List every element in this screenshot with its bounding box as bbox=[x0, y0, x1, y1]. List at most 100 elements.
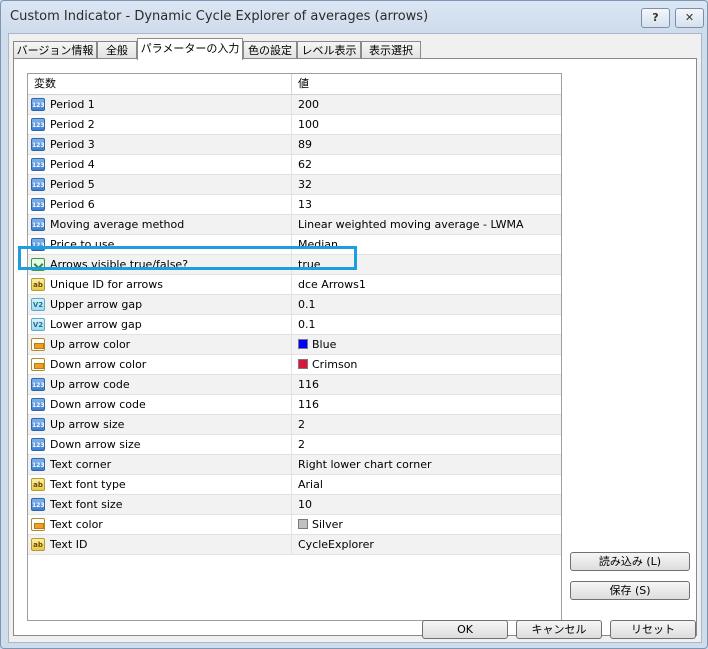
parameter-row[interactable]: 123 Period 1 200 bbox=[28, 95, 561, 115]
parameter-name-cell[interactable]: Text color bbox=[28, 515, 292, 534]
parameter-row[interactable]: Arrows visible true/false? true bbox=[28, 255, 561, 275]
double-icon: V2 bbox=[31, 318, 45, 331]
parameter-name-cell[interactable]: Down arrow color bbox=[28, 355, 292, 374]
parameter-row[interactable]: 123 Moving average method Linear weighted … bbox=[28, 215, 561, 235]
tab-general[interactable]: 全般 bbox=[97, 41, 137, 59]
parameter-name-cell[interactable]: Up arrow color bbox=[28, 335, 292, 354]
parameter-name: Text ID bbox=[50, 538, 88, 551]
parameter-value-cell[interactable]: 100 bbox=[293, 115, 561, 134]
parameter-value: 100 bbox=[298, 118, 319, 131]
parameter-row[interactable]: 123 Period 3 89 bbox=[28, 135, 561, 155]
parameter-row[interactable]: Up arrow color Blue bbox=[28, 335, 561, 355]
parameter-name-cell[interactable]: 123 Period 1 bbox=[28, 95, 292, 114]
parameter-value-cell[interactable]: Silver bbox=[293, 515, 561, 534]
parameter-value-cell[interactable]: 200 bbox=[293, 95, 561, 114]
color-icon bbox=[31, 358, 45, 371]
parameter-value-cell[interactable]: 32 bbox=[293, 175, 561, 194]
parameter-row[interactable]: Text color Silver bbox=[28, 515, 561, 535]
parameter-value-cell[interactable]: 116 bbox=[293, 395, 561, 414]
parameter-row[interactable]: V2 Lower arrow gap 0.1 bbox=[28, 315, 561, 335]
parameter-row[interactable]: 123 Down arrow size 2 bbox=[28, 435, 561, 455]
parameter-value-cell[interactable]: Crimson bbox=[293, 355, 561, 374]
parameter-value: 89 bbox=[298, 138, 312, 151]
parameter-value-cell[interactable]: Median bbox=[293, 235, 561, 254]
save-button[interactable]: 保存 (S) bbox=[570, 581, 690, 600]
parameter-row[interactable]: V2 Upper arrow gap 0.1 bbox=[28, 295, 561, 315]
color-icon bbox=[31, 338, 45, 351]
parameter-row[interactable]: Down arrow color Crimson bbox=[28, 355, 561, 375]
parameter-row[interactable]: 123 Period 6 13 bbox=[28, 195, 561, 215]
reset-button[interactable]: リセット bbox=[610, 620, 696, 639]
parameter-name-cell[interactable]: 123 Text corner bbox=[28, 455, 292, 474]
parameter-name-cell[interactable]: 123 Down arrow code bbox=[28, 395, 292, 414]
parameter-row[interactable]: ab Text ID CycleExplorer bbox=[28, 535, 561, 555]
parameter-value-cell[interactable]: 10 bbox=[293, 495, 561, 514]
parameter-name-cell[interactable]: 123 Period 6 bbox=[28, 195, 292, 214]
parameter-name-cell[interactable]: 123 Up arrow size bbox=[28, 415, 292, 434]
tab-version-info[interactable]: バージョン情報 bbox=[13, 41, 97, 59]
parameter-value-cell[interactable]: 2 bbox=[293, 415, 561, 434]
cancel-button[interactable]: キャンセル bbox=[516, 620, 602, 639]
column-header-variable[interactable]: 変数 bbox=[28, 74, 292, 94]
parameter-row[interactable]: 123 Up arrow size 2 bbox=[28, 415, 561, 435]
parameter-name-cell[interactable]: 123 Price to use bbox=[28, 235, 292, 254]
parameter-value-cell[interactable]: 2 bbox=[293, 435, 561, 454]
parameter-name-cell[interactable]: 123 Down arrow size bbox=[28, 435, 292, 454]
parameter-value-cell[interactable]: 116 bbox=[293, 375, 561, 394]
parameter-name-cell[interactable]: 123 Period 5 bbox=[28, 175, 292, 194]
parameter-value-cell[interactable]: 62 bbox=[293, 155, 561, 174]
color-icon bbox=[31, 518, 45, 531]
parameter-value: 10 bbox=[298, 498, 312, 511]
ok-button[interactable]: OK bbox=[422, 620, 508, 639]
parameter-row[interactable]: 123 Up arrow code 116 bbox=[28, 375, 561, 395]
parameter-value: 116 bbox=[298, 378, 319, 391]
parameter-row[interactable]: 123 Text corner Right lower chart corner bbox=[28, 455, 561, 475]
parameter-row[interactable]: 123 Down arrow code 116 bbox=[28, 395, 561, 415]
parameter-value-cell[interactable]: Arial bbox=[293, 475, 561, 494]
dialog-window: Custom Indicator - Dynamic Cycle Explore… bbox=[0, 0, 708, 649]
parameter-row[interactable]: ab Text font type Arial bbox=[28, 475, 561, 495]
parameter-row[interactable]: 123 Period 4 62 bbox=[28, 155, 561, 175]
parameter-row[interactable]: 123 Text font size 10 bbox=[28, 495, 561, 515]
title-bar[interactable]: Custom Indicator - Dynamic Cycle Explore… bbox=[1, 1, 707, 33]
parameter-value-cell[interactable]: 0.1 bbox=[293, 295, 561, 314]
tab-levels[interactable]: レベル表示 bbox=[297, 41, 361, 59]
parameter-name-cell[interactable]: Arrows visible true/false? bbox=[28, 255, 292, 274]
parameter-name-cell[interactable]: 123 Moving average method bbox=[28, 215, 292, 234]
parameter-value-cell[interactable]: Blue bbox=[293, 335, 561, 354]
close-button[interactable]: ✕ bbox=[675, 8, 704, 28]
parameter-row[interactable]: 123 Price to use Median bbox=[28, 235, 561, 255]
parameter-value-cell[interactable]: 89 bbox=[293, 135, 561, 154]
parameter-name-cell[interactable]: 123 Period 2 bbox=[28, 115, 292, 134]
load-button[interactable]: 読み込み (L) bbox=[570, 552, 690, 571]
help-button[interactable]: ? bbox=[641, 8, 670, 28]
parameter-name-cell[interactable]: ab Text font type bbox=[28, 475, 292, 494]
parameter-name-cell[interactable]: 123 Up arrow code bbox=[28, 375, 292, 394]
parameter-name-cell[interactable]: ab Text ID bbox=[28, 535, 292, 554]
parameter-name-cell[interactable]: V2 Upper arrow gap bbox=[28, 295, 292, 314]
column-header-value[interactable]: 値 bbox=[293, 74, 561, 94]
parameter-name-cell[interactable]: 123 Period 4 bbox=[28, 155, 292, 174]
parameter-name-cell[interactable]: 123 Text font size bbox=[28, 495, 292, 514]
parameter-name-cell[interactable]: 123 Period 3 bbox=[28, 135, 292, 154]
parameter-value-cell[interactable]: true bbox=[293, 255, 561, 274]
color-swatch bbox=[298, 339, 308, 349]
parameter-value-cell[interactable]: dce Arrows1 bbox=[293, 275, 561, 294]
tab-parameters[interactable]: パラメーターの入力 bbox=[137, 38, 243, 60]
parameter-value-cell[interactable]: 13 bbox=[293, 195, 561, 214]
parameter-value: Median bbox=[298, 238, 339, 251]
tab-visualization[interactable]: 表示選択 bbox=[361, 41, 421, 59]
integer-icon: 123 bbox=[31, 238, 45, 251]
parameter-value-cell[interactable]: Right lower chart corner bbox=[293, 455, 561, 474]
parameter-name-cell[interactable]: V2 Lower arrow gap bbox=[28, 315, 292, 334]
parameter-value-cell[interactable]: CycleExplorer bbox=[293, 535, 561, 554]
parameter-name-cell[interactable]: ab Unique ID for arrows bbox=[28, 275, 292, 294]
integer-icon: 123 bbox=[31, 118, 45, 131]
parameter-name: Up arrow code bbox=[50, 378, 130, 391]
parameter-row[interactable]: ab Unique ID for arrows dce Arrows1 bbox=[28, 275, 561, 295]
parameter-value-cell[interactable]: 0.1 bbox=[293, 315, 561, 334]
parameter-value-cell[interactable]: Linear weighted moving average - LWMA bbox=[293, 215, 561, 234]
tab-colors[interactable]: 色の設定 bbox=[243, 41, 297, 59]
parameter-row[interactable]: 123 Period 5 32 bbox=[28, 175, 561, 195]
parameter-row[interactable]: 123 Period 2 100 bbox=[28, 115, 561, 135]
